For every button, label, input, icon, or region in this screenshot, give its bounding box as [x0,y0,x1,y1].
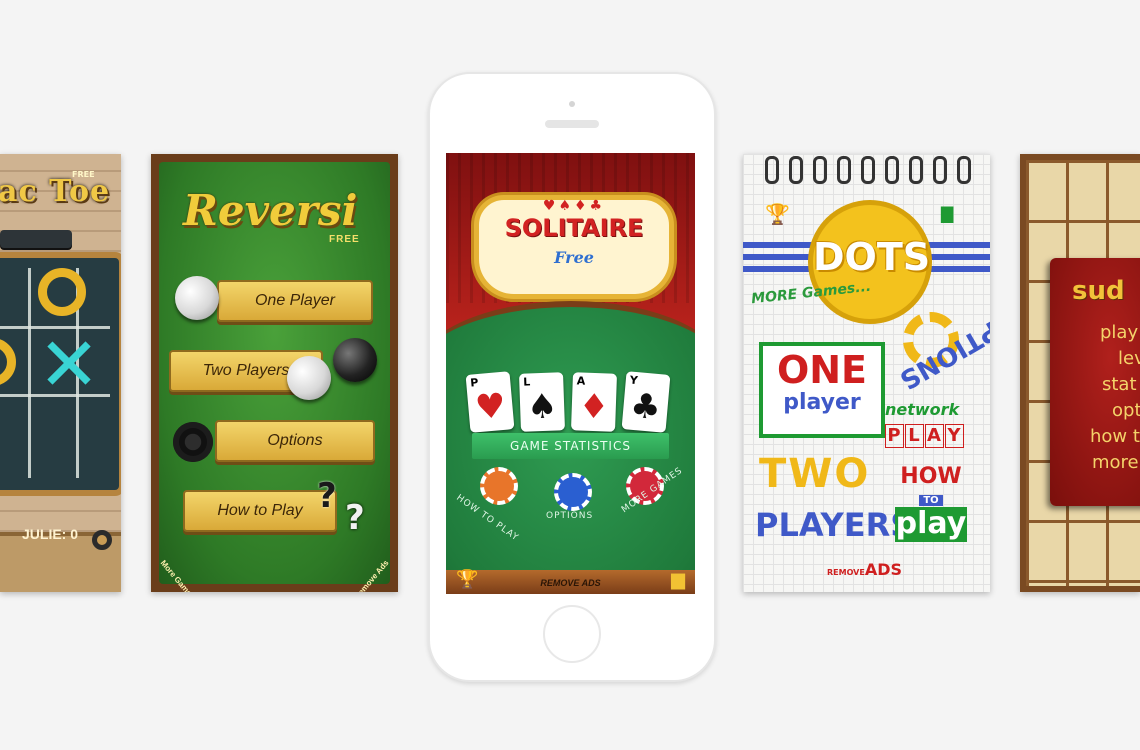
dots-screenshot: 🏆 ▇ DOTS MORE Games... OPTIONS ONE playe… [743,154,990,592]
menu-item-how-to[interactable]: how t [1090,426,1140,447]
remove-ads-button[interactable]: REMOVE ADS [446,578,695,588]
o-mark[interactable] [0,338,16,386]
sudoku-title: sud [1072,276,1125,306]
earpiece-speaker [545,120,599,128]
solitaire-logo: ♥♠♦♣ SOLITAIRE Free [474,195,674,299]
o-token-icon [92,530,112,550]
game-board: ✕ [0,252,121,496]
network-label[interactable]: network [885,400,959,419]
white-disc-icon [175,276,219,320]
leaderboard-icon[interactable]: ▆ [671,569,685,590]
front-camera [569,101,575,107]
stats-icon[interactable]: ▇ [941,204,953,223]
menu-item-levels[interactable]: lev [1118,348,1140,369]
spade-icon: ♠ [526,386,559,428]
spiral-ring [885,156,899,184]
black-disc-icon [333,338,377,382]
x-mark[interactable]: ✕ [38,328,100,402]
sudoku-screenshot: sud play lev stat opt how t more [1020,154,1140,592]
suit-icons: ♥♠♦♣ [542,198,606,214]
remove-ads-button[interactable]: REMOVEADS [827,560,902,579]
ads-label: ADS [864,560,903,579]
menu-item-options[interactable]: opt [1112,400,1140,421]
mute-switch[interactable] [424,156,428,182]
player-label: player [783,389,861,415]
player-score: JULIE: 0 [22,526,79,542]
how-to-play-button[interactable]: HOW TO play [895,466,967,542]
play-card-y[interactable]: Y ♣ [621,371,671,433]
menu-item-stats[interactable]: stat [1102,374,1137,395]
how-label: HOW [900,464,962,489]
options-chip-icon[interactable] [554,473,592,511]
reversi-screenshot: Reversi FREE One Player Two Players Opti… [151,154,398,592]
grid-line [28,268,31,478]
options-label[interactable]: OPTIONS [546,511,593,521]
one-label: ONE [776,348,868,392]
play-letter: P [885,424,904,448]
remove-label: REMOVE [827,568,865,577]
one-player-button[interactable]: One Player [217,280,373,322]
gear-icon [173,422,213,462]
play-card-l[interactable]: L ♠ [519,372,565,432]
reversi-free-label: FREE [329,234,360,245]
tictactoe-screenshot: ac Toe FREE ✕ JULIE: 0 [0,154,121,592]
play-card-p[interactable]: P ♥ [465,371,515,433]
how-to-play-button[interactable]: How to Play [183,490,337,532]
options-button[interactable]: Options [215,420,375,462]
spiral-ring [957,156,971,184]
two-players-button[interactable]: PLAYERS [755,506,913,544]
volume-up-button[interactable] [424,200,428,222]
to-label: TO [919,495,943,506]
dots-logo: DOTS [808,200,932,324]
question-mark-icon: ? [317,476,337,516]
solitaire-screen: ♥♠♦♣ SOLITAIRE Free P ♥ L ♠ A ♦ Y ♣ GAME… [446,153,695,594]
trophy-icon[interactable]: 🏆 [765,202,790,226]
solitaire-free-label: Free [554,248,594,267]
question-mark-icon: ? [345,498,365,538]
play-letter: A [925,424,944,448]
spiral-ring [933,156,947,184]
home-button[interactable] [543,605,601,663]
o-mark[interactable] [38,268,86,316]
play-label: play [895,506,967,542]
how-to-play-chip-icon[interactable] [480,467,518,505]
spiral-ring [909,156,923,184]
spiral-ring [861,156,875,184]
solitaire-title: SOLITAIRE [504,214,644,242]
club-icon: ♣ [628,385,663,429]
heart-icon: ♥ [473,385,508,429]
power-button[interactable] [620,69,660,73]
one-player-button[interactable]: ONE player [759,342,885,438]
play-letter: L [905,424,924,448]
menu-item-more[interactable]: more [1092,452,1139,473]
diamond-icon: ♦ [577,386,610,428]
tictactoe-free-label: FREE [72,170,95,179]
volume-down-button[interactable] [424,240,428,262]
menu-bar[interactable] [0,230,72,248]
dots-title: DOTS [813,235,931,279]
game-statistics-button[interactable]: GAME STATISTICS [472,433,669,459]
spiral-ring [765,156,779,184]
spiral-ring [837,156,851,184]
play-letter: Y [945,424,964,448]
white-disc-icon [287,356,331,400]
spiral-ring [813,156,827,184]
two-label[interactable]: TWO [759,454,883,494]
spiral-ring [789,156,803,184]
reversi-title: Reversi [183,186,358,235]
network-play-button[interactable]: PLAY [885,424,965,448]
menu-item-play[interactable]: play [1100,322,1138,343]
tictactoe-title: ac Toe [0,174,111,209]
play-card-a[interactable]: A ♦ [571,372,617,432]
